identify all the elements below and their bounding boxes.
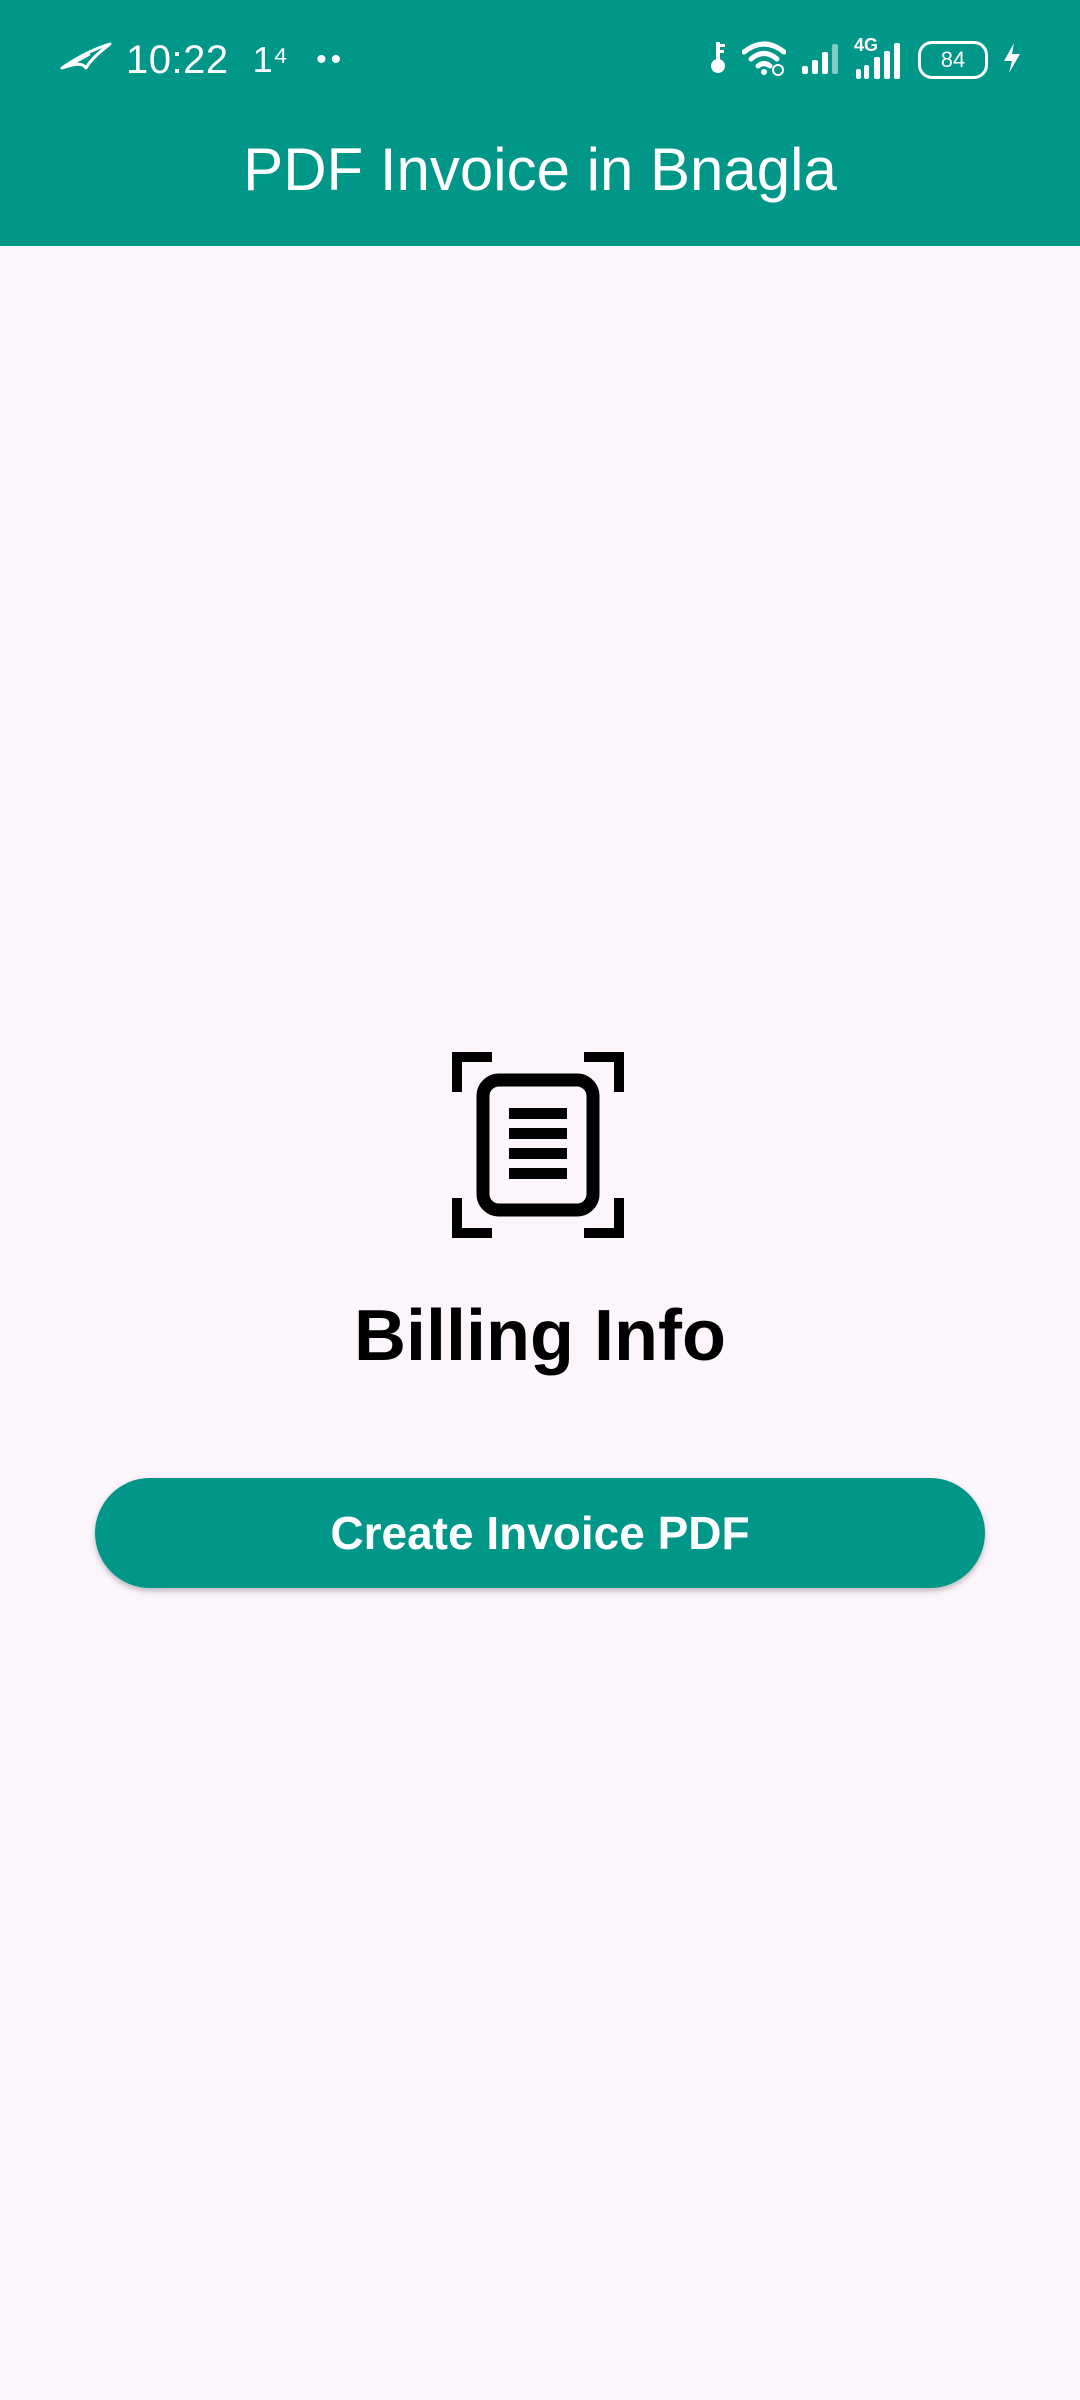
status-extra: 1⁴ xyxy=(252,39,289,80)
create-invoice-pdf-button[interactable]: Create Invoice PDF xyxy=(95,1478,985,1588)
status-dots: •• xyxy=(316,43,346,76)
charging-icon xyxy=(1002,41,1022,80)
status-time: 10:22 xyxy=(126,38,229,82)
billing-info-title: Billing Info xyxy=(354,1296,726,1376)
app-bar: 10:22 1⁴ •• 4G 84 PDF Invoice in Bnagla xyxy=(0,0,1080,246)
document-scan-icon xyxy=(452,1052,624,1243)
signal-icon xyxy=(800,40,840,81)
status-bar-left: 10:22 1⁴ •• xyxy=(60,34,345,86)
status-bar: 10:22 1⁴ •• 4G 84 xyxy=(0,0,1080,120)
key-icon xyxy=(708,40,728,81)
rog-logo-icon xyxy=(60,42,112,79)
status-bar-right: 4G 84 xyxy=(708,35,1022,84)
wifi-icon xyxy=(741,40,787,81)
app-title: PDF Invoice in Bnagla xyxy=(243,136,837,203)
battery-level: 84 xyxy=(940,47,966,72)
signal-4g-icon: 4G xyxy=(854,35,904,81)
battery-icon: 84 xyxy=(918,41,988,79)
